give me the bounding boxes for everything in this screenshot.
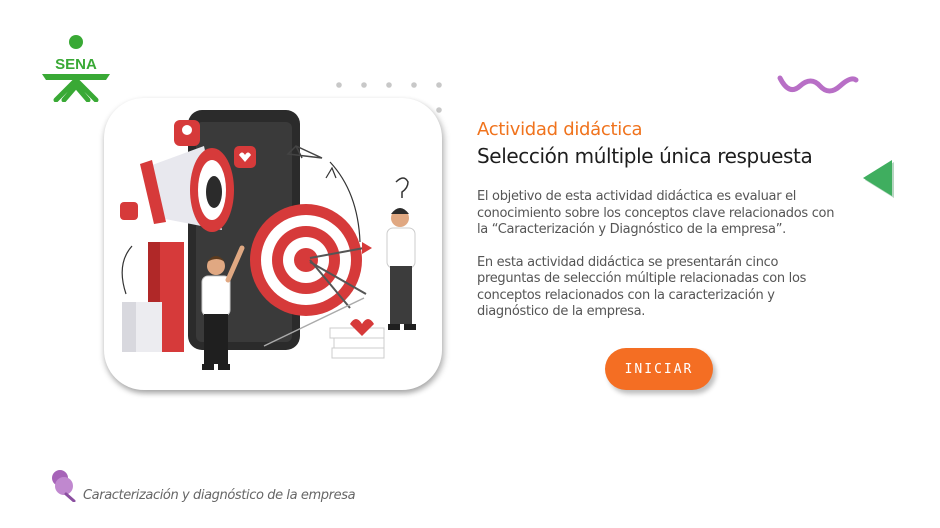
activity-content: Actividad didáctica Selección múltiple ú…	[477, 118, 847, 321]
activity-title: Selección múltiple única respuesta	[477, 144, 813, 168]
illustration-card	[104, 98, 442, 390]
activity-objective-paragraph: El objetivo de esta actividad didáctica …	[477, 189, 835, 237]
activity-description-paragraph: En esta actividad didáctica se presentar…	[477, 254, 807, 320]
start-button[interactable]: INICIAR	[605, 348, 713, 390]
sena-logo-text: SENA	[55, 56, 97, 73]
sena-logo: SENA	[40, 34, 112, 103]
triangle-left-icon	[863, 160, 894, 198]
wave-icon	[777, 75, 859, 94]
footer-course-title: Caracterización y diagnóstico de la empr…	[83, 488, 356, 503]
pushpin-icon	[52, 470, 76, 502]
back-button[interactable]	[858, 156, 898, 202]
marketing-target-illustration	[120, 110, 416, 370]
activity-eyebrow: Actividad didáctica	[477, 119, 643, 140]
